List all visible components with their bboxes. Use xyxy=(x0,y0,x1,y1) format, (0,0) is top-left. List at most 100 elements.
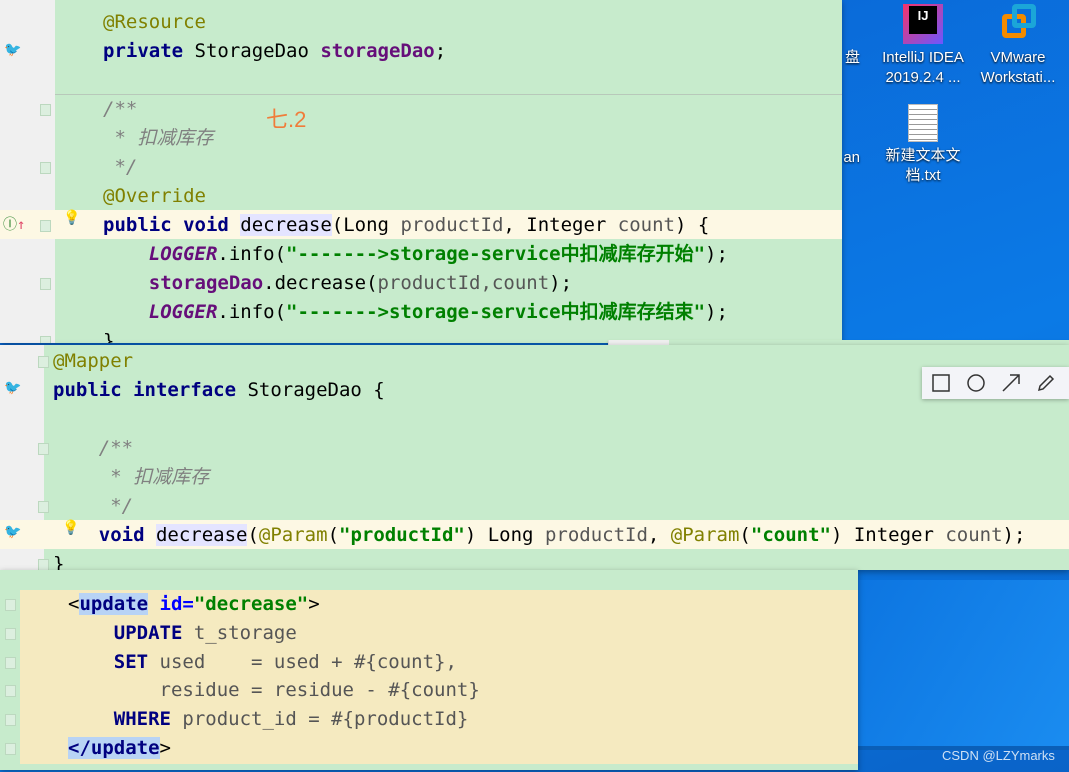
code-token: (Long xyxy=(331,214,401,236)
code-token: ); xyxy=(705,301,728,323)
fold-marker-icon[interactable] xyxy=(38,559,49,570)
code-line[interactable]: SET used = used + #{count}, xyxy=(68,648,457,677)
code-token: .decrease( xyxy=(263,272,378,294)
code-line[interactable]: */ xyxy=(103,153,137,182)
mybatis-bird-icon: 🐦 xyxy=(4,380,22,396)
code-token: /** xyxy=(103,98,138,120)
code-token: */ xyxy=(103,156,138,178)
code-token: t_storage xyxy=(193,622,297,644)
code-token: void xyxy=(53,524,156,546)
code-token: private xyxy=(103,40,195,62)
code-line[interactable]: /** xyxy=(53,434,133,463)
code-token: "productId" xyxy=(339,524,465,546)
code-line[interactable]: UPDATE t_storage xyxy=(68,619,297,648)
code-token: } xyxy=(53,553,65,570)
code-line[interactable]: LOGGER.info("------->storage-service中扣减库… xyxy=(103,298,728,327)
code-token: residue = residue - #{count} xyxy=(68,679,480,701)
code-line[interactable]: @Resource xyxy=(103,8,206,37)
fold-marker-icon[interactable] xyxy=(40,104,51,116)
intellij-icon: IJ xyxy=(903,4,943,44)
storage-dao-editor: 🐦 🐦 💡 @Mapper public interface StorageDao… xyxy=(0,345,1069,570)
desktop-icon-vmware[interactable]: VMware Workstati... xyxy=(968,4,1068,88)
code-line[interactable]: @Mapper xyxy=(53,347,133,376)
lightbulb-icon[interactable]: 💡 xyxy=(63,210,80,226)
fold-marker-icon[interactable] xyxy=(40,278,51,290)
code-token: StorageDao { xyxy=(247,379,385,401)
code-line[interactable]: storageDao.decrease(productId,count); xyxy=(103,269,572,298)
code-token: used = used + #{count}, xyxy=(159,651,457,673)
circle-tool-icon[interactable] xyxy=(967,374,985,392)
code-token: "------->storage-service中扣减库存开始" xyxy=(286,243,706,265)
code-token: ); xyxy=(705,243,728,265)
text-file-icon xyxy=(908,104,938,142)
annotation-label: 七.2 xyxy=(266,107,307,132)
code-token: count xyxy=(945,524,1003,546)
desktop-icon-intellij[interactable]: IJ IntelliJ IDEA 2019.2.4 ... xyxy=(873,4,973,88)
code-line[interactable]: residue = residue - #{count} xyxy=(68,676,480,705)
fold-marker-icon[interactable] xyxy=(5,743,16,755)
service-impl-editor: 🐦 Ⓘ↑ 💡 七.2 @Resource private StorageDao s… xyxy=(0,0,842,343)
watermark: CSDN @LZYmarks xyxy=(942,748,1055,763)
fold-marker-icon[interactable] xyxy=(5,599,16,611)
code-token: * 扣减库存 xyxy=(53,466,210,488)
code-token: id= xyxy=(148,593,194,615)
fold-marker-icon[interactable] xyxy=(5,628,16,640)
code-line[interactable]: WHERE product_id = #{productId} xyxy=(68,705,469,734)
fold-marker-icon[interactable] xyxy=(40,220,51,232)
code-token: update xyxy=(79,593,149,615)
code-line[interactable]: void decrease(@Param("productId") Long p… xyxy=(53,521,1025,550)
code-line[interactable]: * 扣减库存 xyxy=(53,463,209,492)
fold-marker-icon[interactable] xyxy=(38,443,49,455)
code-line[interactable]: } xyxy=(53,550,64,570)
code-token: */ xyxy=(53,495,134,517)
fold-marker-icon[interactable] xyxy=(5,714,16,726)
code-token: "decrease" xyxy=(193,593,309,615)
code-line[interactable]: <update id="decrease"> xyxy=(68,590,320,619)
code-line[interactable]: * 扣减库存 xyxy=(103,124,213,153)
code-token: } xyxy=(103,330,115,343)
code-token: ( xyxy=(327,524,340,546)
fold-marker-icon[interactable] xyxy=(38,356,49,368)
desktop-icon-textfile[interactable]: 新建文本文档.txt xyxy=(873,104,973,186)
fold-marker-icon[interactable] xyxy=(40,162,51,174)
code-token: decrease xyxy=(240,214,332,236)
code-token: public interface xyxy=(53,379,248,401)
code-token: @Resource xyxy=(103,11,206,33)
arrow-tool-icon[interactable] xyxy=(1002,374,1020,392)
code-token: , Integer xyxy=(503,214,618,236)
code-token: </ xyxy=(68,737,91,759)
code-token: ); xyxy=(1002,524,1026,546)
code-line[interactable]: /** xyxy=(103,95,137,124)
rectangle-tool-icon[interactable] xyxy=(932,374,950,392)
code-token: @Override xyxy=(103,185,206,207)
fold-marker-icon[interactable] xyxy=(38,501,49,513)
implements-method-icon[interactable]: Ⓘ↑ xyxy=(3,214,25,234)
code-token: productId,count xyxy=(377,272,550,294)
code-line[interactable]: } xyxy=(103,327,114,343)
pen-tool-icon[interactable] xyxy=(1037,374,1055,392)
code-token: product_id = #{productId} xyxy=(182,708,469,730)
code-token: ; xyxy=(434,40,447,62)
code-token: count xyxy=(617,214,675,236)
fold-marker-icon[interactable] xyxy=(40,336,51,343)
code-token: public void xyxy=(103,214,241,236)
code-line[interactable]: */ xyxy=(53,492,133,521)
code-line[interactable]: private StorageDao storageDao; xyxy=(103,37,446,66)
mapper-xml-editor: <update id="decrease"> UPDATE t_storage … xyxy=(0,570,858,770)
code-token: productId xyxy=(400,214,504,236)
code-line[interactable]: public interface StorageDao { xyxy=(53,376,385,405)
code-token: storageDao xyxy=(148,272,264,294)
code-line[interactable]: </update> xyxy=(68,734,171,763)
code-token: .info( xyxy=(217,243,287,265)
code-line[interactable]: LOGGER.info("------->storage-service中扣减库… xyxy=(103,240,728,269)
fold-marker-icon[interactable] xyxy=(5,685,16,697)
code-token: /** xyxy=(53,437,134,459)
code-line[interactable]: @Override xyxy=(103,182,206,211)
code-token: > xyxy=(159,737,171,759)
code-line[interactable]: public void decrease(Long productId, Int… xyxy=(103,211,709,240)
code-token: @Param xyxy=(258,524,328,546)
desktop-icon-label: IntelliJ IDEA 2019.2.4 ... xyxy=(882,49,964,86)
fold-marker-icon[interactable] xyxy=(5,657,16,669)
